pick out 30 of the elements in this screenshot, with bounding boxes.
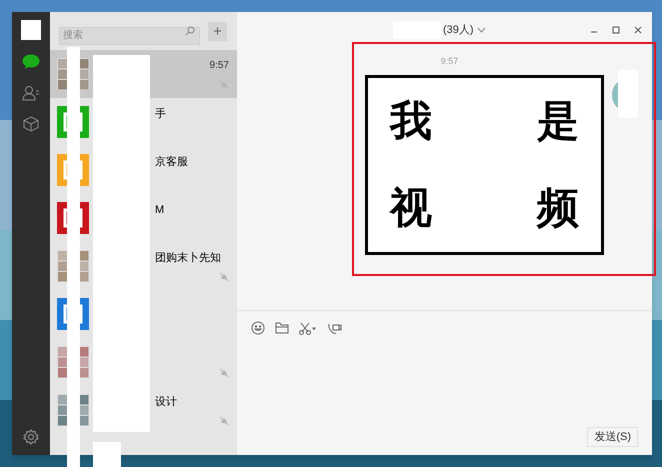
chat-time: 9:57 [210,59,229,73]
folder-icon[interactable] [275,322,289,334]
chat-name: 京客服 [155,154,188,170]
emoji-icon[interactable] [251,321,265,335]
close-icon[interactable] [634,26,642,34]
send-button[interactable]: 发送(S) [587,427,638,447]
chat-name: 手 [155,107,166,122]
chevron-down-icon[interactable] [476,27,486,33]
maximize-icon[interactable] [612,26,620,34]
chat-bubble-icon[interactable] [22,54,40,70]
contacts-icon[interactable] [22,84,40,102]
settings-icon[interactable] [23,429,39,445]
message-time: 9:57 [440,55,458,68]
chat-title[interactable]: (39人) [443,22,474,38]
image-message[interactable]: 我 是 视 频 [365,74,604,254]
add-button[interactable]: + [208,22,227,40]
redaction-block [618,70,638,118]
redaction-block [93,442,121,467]
cube-icon[interactable] [23,116,39,132]
image-character: 我 [390,100,432,142]
search-field[interactable]: 搜索 [59,26,200,44]
chat-name: M [155,203,164,218]
image-character: 频 [537,187,579,229]
scissors-icon[interactable] [299,322,317,334]
search-icon [185,26,195,36]
chat-name: 设计 [155,395,177,410]
chat-name: 团购末卜先知 [155,251,221,266]
video-call-icon[interactable] [327,322,342,334]
image-character: 是 [537,100,579,142]
image-character: 视 [390,187,432,229]
